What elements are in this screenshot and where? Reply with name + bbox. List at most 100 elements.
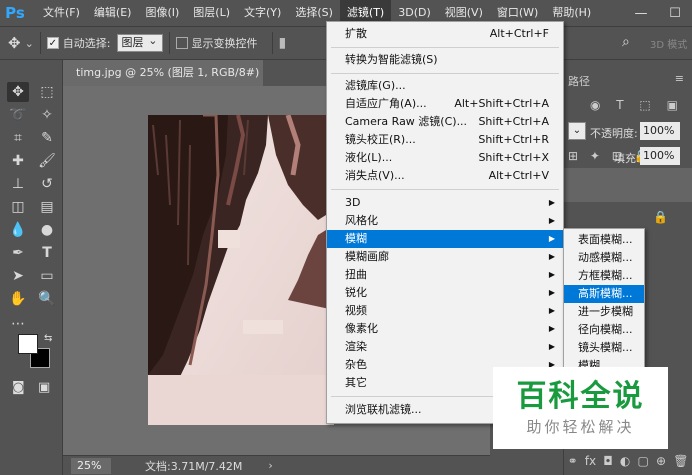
hand-tool-icon[interactable]: ✋ [7, 289, 29, 309]
menu-item-distort[interactable]: 扭曲 ▶ [327, 266, 563, 284]
maximize-button[interactable]: ☐ [658, 0, 692, 26]
divider [168, 32, 170, 54]
link-layers-icon[interactable]: ⚭ [568, 454, 578, 468]
menu-item-label: 扭曲 [345, 268, 367, 281]
watermark-logo: 百科全说 助你轻松解决 [493, 367, 668, 449]
document-tab[interactable]: timg.jpg @ 25% (图层 1, RGB/8#) * × [63, 60, 263, 105]
quick-mask-icon[interactable]: ◙ [12, 380, 25, 395]
menu-item-camera-raw[interactable]: Camera Raw 滤镜(C)... Shift+Ctrl+A [327, 113, 563, 131]
chevron-right-icon[interactable]: › [268, 459, 272, 472]
align-top-icon[interactable]: ▮ [279, 35, 287, 51]
history-brush-tool-icon[interactable]: ↺ [36, 174, 58, 194]
menu-item-blur-gallery[interactable]: 模糊画廊 ▶ [327, 248, 563, 266]
new-group-icon[interactable]: ▢ [638, 454, 649, 468]
foreground-color-swatch[interactable] [18, 334, 38, 354]
opacity-field[interactable]: 100% [640, 122, 680, 140]
panel-menu-icon[interactable]: ≡ [675, 72, 684, 85]
submenu-item-blur-more[interactable]: 进一步模糊 [564, 303, 644, 321]
menu-item-vanishing-point[interactable]: 消失点(V)... Alt+Ctrl+V [327, 167, 563, 185]
eraser-tool-icon[interactable]: ◫ [7, 197, 29, 217]
add-mask-icon[interactable]: ◘ [603, 454, 613, 468]
menu-item-3d[interactable]: 3D ▶ [327, 194, 563, 212]
layer-filter-icons[interactable]: ◉ T ⬚ ▣ [590, 98, 684, 112]
menu-layer[interactable]: 图层(L) [186, 0, 237, 26]
menu-type[interactable]: 文字(Y) [237, 0, 288, 26]
fx-icon[interactable]: fx [585, 454, 596, 468]
submenu-item-radial-blur[interactable]: 径向模糊... [564, 321, 644, 339]
marquee-tool-icon[interactable]: ⬚ [36, 82, 58, 102]
minimize-button[interactable]: — [624, 0, 658, 26]
submenu-item-lens-blur[interactable]: 镜头模糊... [564, 339, 644, 357]
panel-tab-paths[interactable]: 路径 [568, 73, 590, 89]
rectangle-tool-icon[interactable]: ▭ [36, 266, 58, 286]
search-icon[interactable]: ⌕ [622, 34, 630, 50]
show-transform-checkbox[interactable] [175, 37, 188, 49]
menu-item-label: 自适应广角(A)... [345, 97, 427, 110]
menu-item-render[interactable]: 渲染 ▶ [327, 338, 563, 356]
menu-item-convert-smart-filter[interactable]: 转换为智能滤镜(S) [327, 51, 563, 69]
submenu-item-gaussian-blur[interactable]: 高斯模糊... [564, 285, 644, 303]
fill-label: 填充: [614, 152, 640, 165]
dodge-tool-icon[interactable]: ● [36, 220, 58, 240]
menu-item-blur[interactable]: 模糊 ▶ [327, 230, 563, 248]
menu-item-video[interactable]: 视频 ▶ [327, 302, 563, 320]
path-selection-tool-icon[interactable]: ➤ [7, 266, 29, 286]
layer-row-background[interactable] [564, 168, 692, 202]
menu-item-label: 镜头校正(R)... [345, 133, 416, 146]
move-tool-icon[interactable]: ✥ [8, 34, 21, 52]
menu-item-label: 杂色 [345, 358, 367, 371]
menu-item-pixelate[interactable]: 像素化 ▶ [327, 320, 563, 338]
auto-select-checkbox[interactable]: ✓ [46, 37, 59, 49]
screen-mode-icon[interactable]: ▣ [38, 380, 50, 395]
crop-tool-icon[interactable]: ⌗ [7, 128, 29, 148]
layer-filter-select[interactable]: ⌄ [568, 122, 586, 140]
menu-item-liquify[interactable]: 液化(L)... Shift+Ctrl+X [327, 149, 563, 167]
submenu-item-box-blur[interactable]: 方框模糊... [564, 267, 644, 285]
submenu-item-surface-blur[interactable]: 表面模糊... [564, 231, 644, 249]
clone-stamp-tool-icon[interactable]: ⊥ [7, 174, 29, 194]
blur-submenu: 表面模糊... 动感模糊... 方框模糊... 高斯模糊... 进一步模糊 径向… [563, 228, 645, 372]
menu-item-label: 视频 [345, 304, 367, 317]
menu-item-filter-gallery[interactable]: 滤镜库(G)... [327, 77, 563, 95]
submenu-item-motion-blur[interactable]: 动感模糊... [564, 249, 644, 267]
tool-preset-dropdown[interactable]: ⌄ [25, 37, 34, 50]
menu-item-sharpen[interactable]: 锐化 ▶ [327, 284, 563, 302]
brush-tool-icon[interactable]: 🖌 [36, 151, 58, 171]
pen-tool-icon[interactable]: ✒ [7, 243, 29, 263]
canvas-image[interactable] [148, 115, 334, 425]
menu-divider [331, 189, 559, 190]
delete-layer-icon[interactable]: 🗑 [673, 454, 688, 468]
fill-field[interactable]: 100% [640, 147, 680, 165]
type-tool-icon[interactable]: T [36, 243, 58, 263]
show-transform-label: 显示变换控件 [191, 37, 258, 50]
zoom-tool-icon[interactable]: 🔍 [36, 289, 58, 309]
lock-icon: 🔒 [653, 210, 668, 224]
swap-colors-icon[interactable]: ⇆ [44, 333, 52, 344]
healing-brush-tool-icon[interactable]: ✚ [7, 151, 29, 171]
menu-item-label: 滤镜库(G)... [345, 79, 406, 92]
menu-image[interactable]: 图像(I) [138, 0, 186, 26]
submenu-arrow-icon: ▶ [548, 306, 555, 315]
menu-item-adaptive-wide-angle[interactable]: 自适应广角(A)... Alt+Shift+Ctrl+A [327, 95, 563, 113]
zoom-level-field[interactable]: 25% [71, 457, 111, 474]
menu-item-last-filter[interactable]: 扩散 Alt+Ctrl+F [327, 25, 563, 43]
adjustment-layer-icon[interactable]: ◐ [620, 454, 630, 468]
submenu-arrow-icon: ▶ [548, 270, 555, 279]
eyedropper-tool-icon[interactable]: ✎ [36, 128, 58, 148]
more-tools-icon[interactable]: ⋯ [7, 314, 29, 334]
menu-file[interactable]: 文件(F) [36, 0, 87, 26]
watermark-subtitle: 助你轻松解决 [526, 417, 635, 436]
divider [271, 32, 273, 54]
menu-edit[interactable]: 编辑(E) [87, 0, 139, 26]
menu-item-lens-correction[interactable]: 镜头校正(R)... Shift+Ctrl+R [327, 131, 563, 149]
3d-mode-label[interactable]: 3D 模式 [650, 36, 687, 51]
menu-item-stylize[interactable]: 风格化 ▶ [327, 212, 563, 230]
document-info[interactable]: 文档:3.71M/7.42M [145, 458, 242, 474]
auto-select-target-select[interactable]: 图层 [116, 33, 163, 52]
blur-tool-icon[interactable]: 💧 [7, 220, 29, 240]
move-tool-icon[interactable]: ✥ [7, 82, 29, 102]
new-layer-icon[interactable]: ⊕ [656, 454, 666, 468]
gradient-tool-icon[interactable]: ▤ [36, 197, 58, 217]
lasso-tool-icon[interactable]: ➰ [7, 105, 29, 125]
magic-wand-tool-icon[interactable]: ✧ [36, 105, 58, 125]
